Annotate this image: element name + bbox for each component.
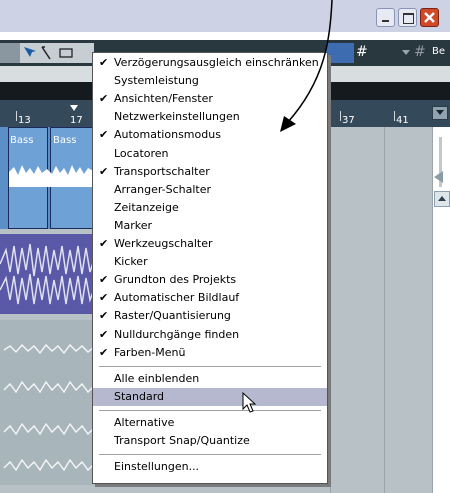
maximize-icon (403, 13, 414, 24)
checkmark-icon: ✔ (99, 92, 109, 106)
menu-item[interactable]: ✔ Automatischer Bildlauf (93, 289, 327, 307)
menu-item-label: Automationsmodus (114, 128, 221, 142)
menu-item-label: Automatischer Bildlauf (114, 291, 240, 305)
menu-item-label: Locatoren (114, 146, 169, 160)
ruler-menu-button[interactable] (432, 106, 448, 120)
menu-item-show-all[interactable]: Alle einblenden (93, 370, 327, 388)
menu-item-label: Zeitanzeige (114, 200, 179, 214)
menu-item[interactable]: ✔ Nulldurchgänge finden (93, 326, 327, 344)
menu-item[interactable]: ✔ Farben-Menü (93, 344, 327, 362)
ruler-number: 13 (18, 115, 31, 126)
menu-item[interactable]: ✔ Raster/Quantisierung (93, 307, 327, 325)
scroll-up-button[interactable] (434, 191, 450, 207)
playhead-marker-icon[interactable] (70, 105, 78, 111)
menu-item-label: Marker (114, 218, 153, 232)
waveform (3, 343, 95, 472)
waveform (0, 243, 97, 305)
menu-item-label: Ansichten/Fenster (114, 92, 213, 106)
chevron-down-icon (436, 110, 444, 115)
menu-item-label: Alternative (114, 415, 175, 429)
menu-item-label: Werkzeugschalter (114, 237, 213, 250)
menu-item[interactable]: Arranger-Schalter (93, 181, 327, 199)
menu-item-label: Netzwerkeinstellungen (114, 110, 240, 124)
checkmark-icon: ✔ (99, 345, 109, 359)
checkmark-icon: ✔ (99, 237, 109, 250)
menu-item[interactable]: Locatoren (93, 145, 327, 163)
maximize-button[interactable] (398, 8, 417, 27)
checkmark-icon: ✔ (99, 291, 109, 305)
track-bass[interactable]: Bass Bass (0, 127, 96, 229)
menu-item[interactable]: Kicker (93, 253, 327, 271)
dropdown-arrow-icon[interactable] (402, 50, 410, 55)
menu-item-transport-snap[interactable]: Transport Snap/Quantize (93, 432, 327, 450)
checkmark-icon: ✔ (99, 327, 109, 341)
quantize-value[interactable]: Be (432, 46, 445, 57)
menu-item[interactable]: Zeitanzeige (93, 199, 327, 217)
menu-item-label: Alle einblenden (114, 371, 200, 385)
menu-item-settings[interactable]: Einstellungen... (93, 458, 327, 476)
checkmark-icon: ✔ (99, 164, 109, 178)
menu-item-alternative[interactable]: Alternative (93, 414, 327, 432)
waveform (9, 165, 95, 187)
zoom-slider-icon[interactable] (434, 171, 443, 183)
menu-item-label: Kicker (114, 255, 148, 269)
grid-line (330, 127, 331, 493)
checkmark-icon: ✔ (99, 128, 109, 142)
grid-symbol-2: # (414, 44, 426, 60)
track-other[interactable] (0, 320, 96, 485)
close-icon (424, 12, 435, 23)
menu-item[interactable]: ✔ Werkzeugschalter (93, 235, 327, 253)
menu-item-label: Raster/Quantisierung (114, 309, 231, 323)
checkmark-icon: ✔ (99, 56, 109, 69)
tool-buttons[interactable] (20, 43, 94, 63)
menu-item-label: Farben-Menü (114, 345, 186, 359)
vertical-scrollbar[interactable] (432, 127, 450, 493)
ruler-number: 17 (70, 115, 83, 126)
menu-separator (99, 409, 321, 411)
menu-item-label: Systemleistung (114, 74, 199, 88)
menu-item[interactable]: ✔ Transportschalter (93, 163, 327, 181)
grid-line (384, 127, 385, 493)
menu-separator (99, 454, 321, 456)
track-drums[interactable] (0, 234, 97, 314)
menu-item-standard[interactable]: Standard (93, 387, 327, 406)
menu-item[interactable]: ✔ Grundton des Projekts (93, 271, 327, 289)
tool-icons (24, 46, 73, 60)
chevron-up-icon (438, 196, 446, 201)
menu-item-label: Nulldurchgänge finden (114, 327, 240, 341)
menu-item-label: Einstellungen... (114, 460, 200, 474)
menu-item[interactable]: Marker (93, 217, 327, 235)
close-button[interactable] (420, 8, 439, 27)
ruler-tick (394, 111, 395, 121)
menu-item-label: Standard (114, 389, 165, 403)
tool-icon-grip[interactable] (0, 43, 20, 63)
menu-item-label: Transportschalter (114, 164, 210, 178)
mouse-cursor-icon (242, 392, 257, 413)
menu-item-label: Arranger-Schalter (114, 182, 212, 196)
annotation-arrow-icon (280, 0, 333, 132)
checkmark-icon: ✔ (99, 273, 109, 287)
menu-item-label: Grundton des Projekts (114, 273, 237, 287)
ruler-tick (16, 111, 17, 121)
ruler-number: 41 (396, 115, 409, 126)
menu-item-label: Transport Snap/Quantize (114, 434, 250, 447)
checkmark-icon: ✔ (99, 309, 109, 323)
menu-separator (99, 365, 321, 367)
